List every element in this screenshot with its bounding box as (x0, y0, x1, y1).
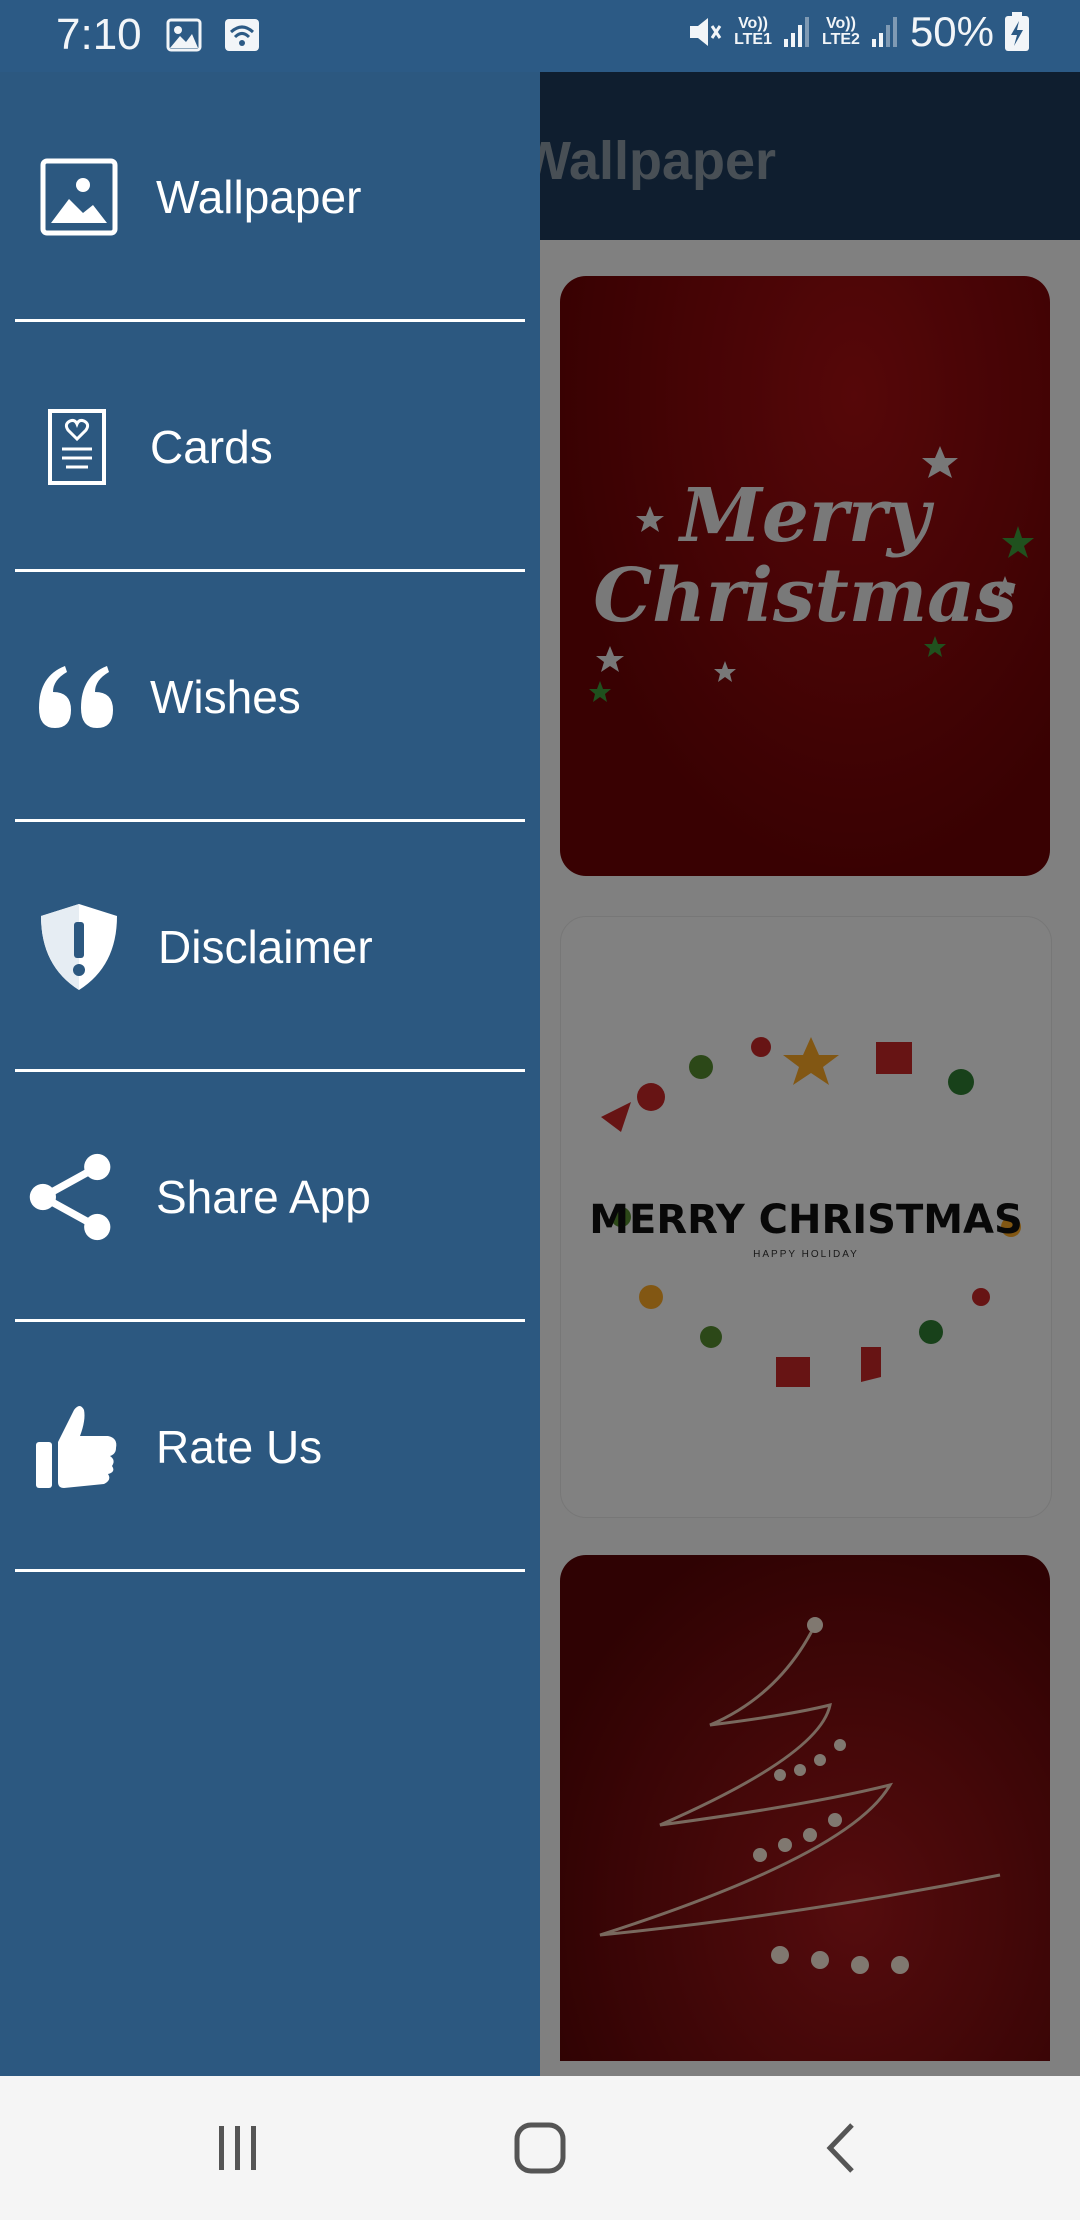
share-icon (26, 1152, 116, 1242)
quote-icon (32, 652, 122, 742)
navigation-drawer: Wallpaper Cards Wishes Disclaimer Share … (0, 72, 540, 2076)
system-nav-bar (0, 2076, 1080, 2220)
drawer-item-label: Wallpaper (156, 171, 362, 223)
signal-icon (784, 17, 809, 47)
thumbs-up-icon (32, 1402, 122, 1492)
status-time: 7:10 (56, 10, 142, 59)
drawer-item-wallpaper[interactable]: Wallpaper (0, 72, 540, 322)
drawer-item-rate-us[interactable]: Rate Us (0, 1322, 540, 1572)
volte-label-1: Vo)) (738, 15, 768, 32)
drawer-item-label: Rate Us (156, 1421, 323, 1473)
recents-icon[interactable] (198, 2116, 278, 2180)
drawer-item-wishes[interactable]: Wishes (0, 572, 540, 822)
card-heart-icon (32, 402, 122, 492)
battery-percent: 50% (909, 8, 994, 55)
status-bar: 7:10 Vo)) LTE1 Vo)) LTE2 50% (0, 0, 1080, 72)
image-icon (166, 18, 202, 52)
drawer-item-disclaimer[interactable]: Disclaimer (0, 822, 540, 1072)
drawer-item-label: Disclaimer (158, 921, 373, 973)
sim2-label: LTE2 (822, 31, 860, 48)
sim1-label: LTE1 (734, 31, 772, 48)
drawer-item-label: Cards (150, 421, 273, 473)
volte-label-2: Vo)) (826, 15, 856, 32)
divider (15, 1569, 525, 1572)
battery-charging-icon (1005, 12, 1029, 51)
home-icon[interactable] (500, 2116, 580, 2180)
mute-icon (690, 18, 722, 46)
back-icon[interactable] (802, 2116, 882, 2180)
drawer-item-share-app[interactable]: Share App (0, 1072, 540, 1322)
drawer-item-label: Share App (156, 1171, 371, 1223)
drawer-item-label: Wishes (150, 671, 301, 723)
signal-icon-2 (871, 17, 897, 47)
drawer-item-cards[interactable]: Cards (0, 322, 540, 572)
image-icon (34, 152, 124, 242)
wifi-icon (225, 19, 259, 51)
shield-alert-icon (34, 902, 124, 992)
